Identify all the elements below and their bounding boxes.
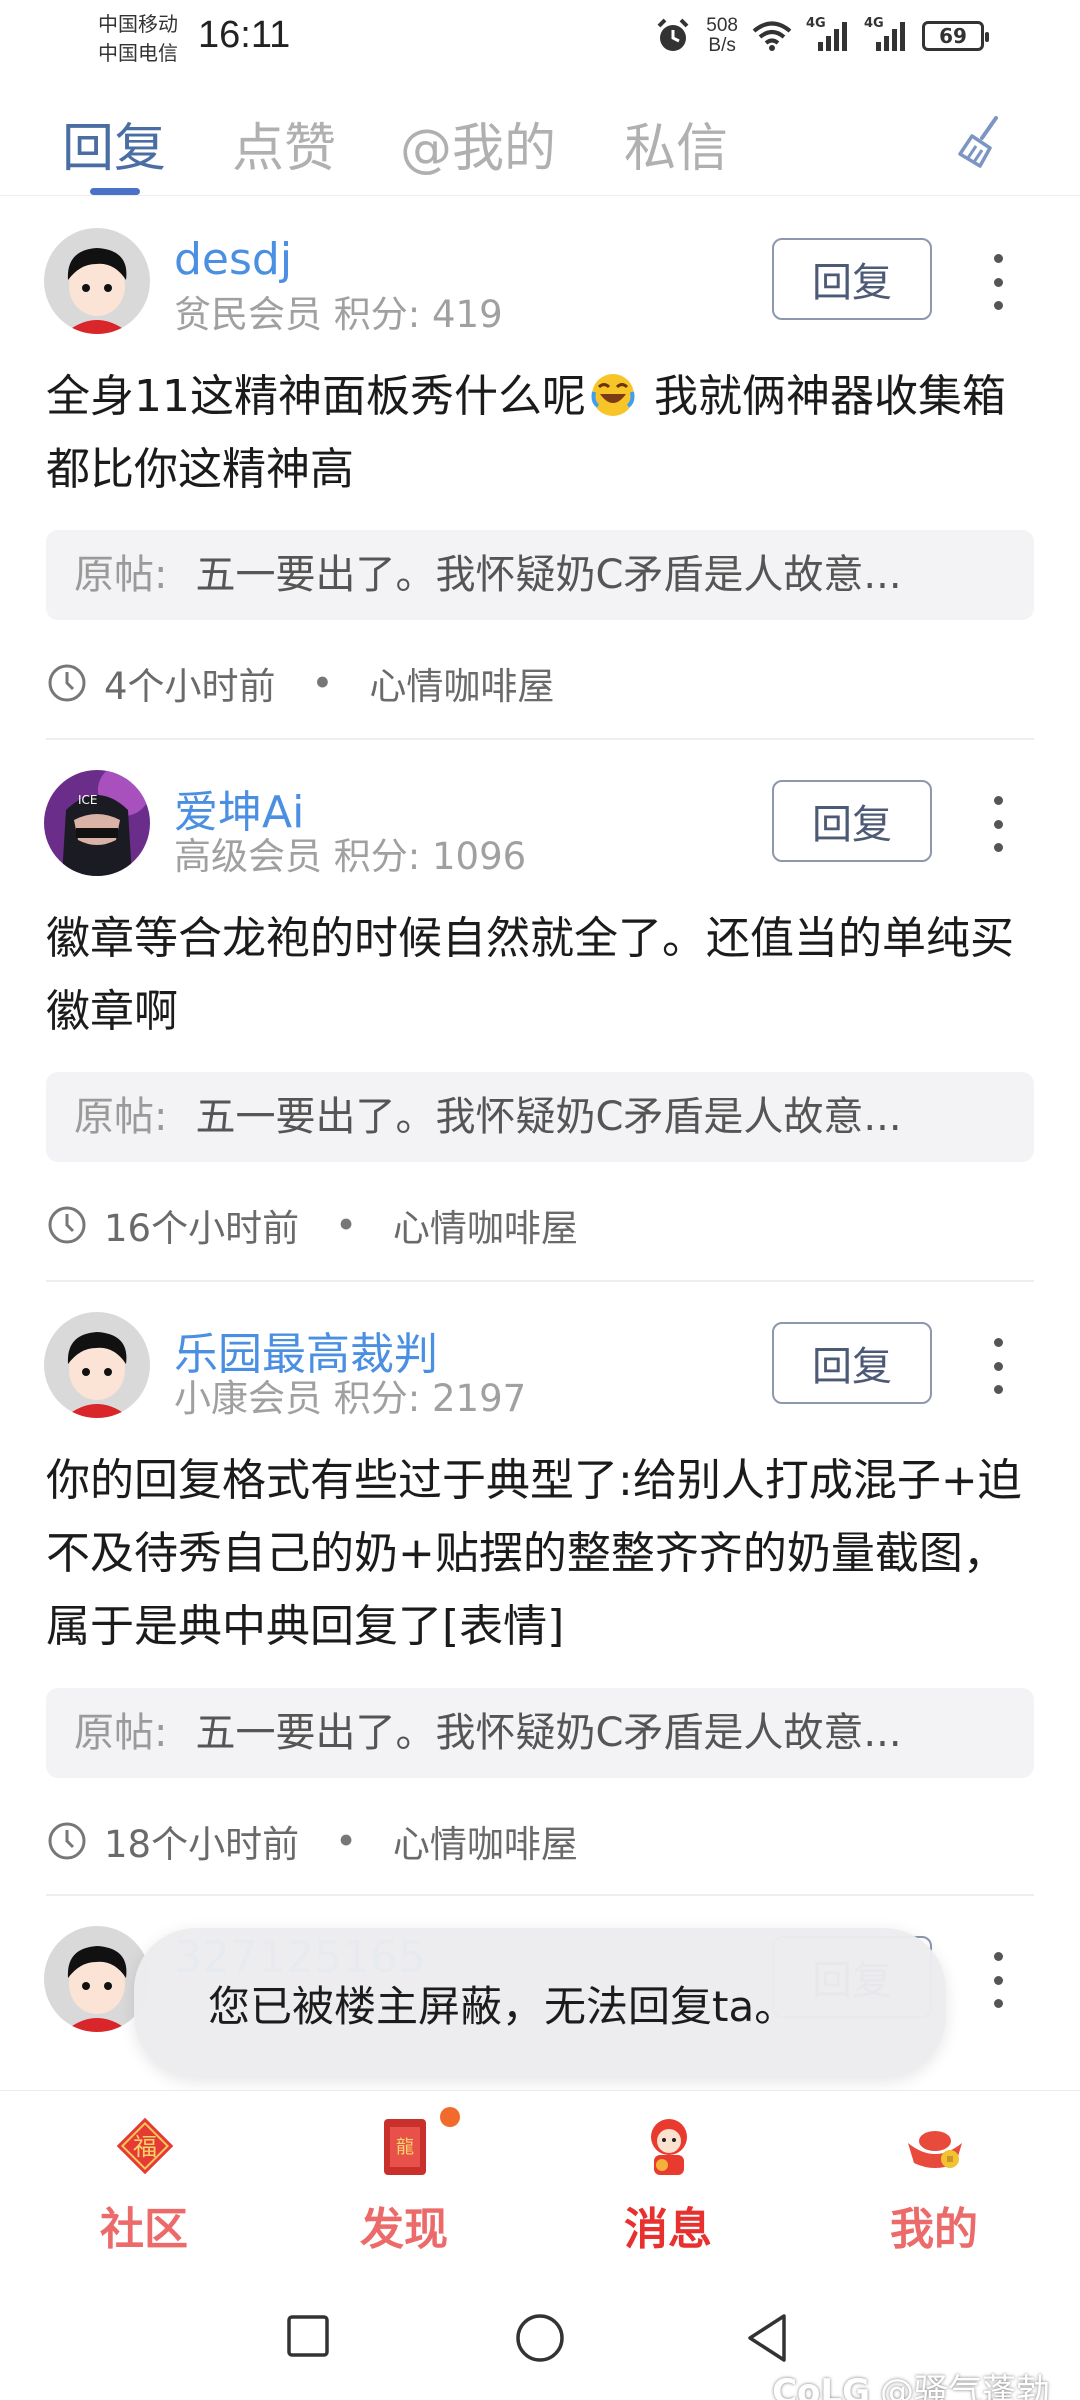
clock-icon [48, 664, 86, 702]
reply-text: 全身11这精神面板秀什么呢 我就俩神器收集箱都比你这精神高 [46, 360, 1036, 506]
notification-dot [440, 2107, 460, 2127]
fu-icon: 福 [116, 2117, 174, 2175]
nav-community[interactable]: 福 社区 [44, 2113, 244, 2263]
divider [46, 738, 1034, 740]
mascot-icon [651, 2119, 687, 2175]
signal-2: 4G [864, 16, 908, 52]
avatar[interactable] [44, 1312, 150, 1418]
reply-text: 徽章等合龙袍的时候自然就全了。还值当的单纯买徽章啊 [46, 913, 1014, 1037]
wifi-icon [752, 21, 792, 51]
tab-reply[interactable]: 回复 [62, 106, 166, 181]
tab-like[interactable]: 点赞 [232, 106, 336, 181]
username[interactable]: desdj [174, 234, 292, 285]
signal-2-label: 4G [864, 16, 884, 31]
svg-text:福: 福 [133, 2133, 157, 2161]
reply-time: 18个小时前 [104, 1823, 300, 1866]
reply-button[interactable]: 回复 [772, 238, 932, 320]
avatar[interactable] [44, 228, 150, 334]
status-time: 16:11 [198, 14, 291, 56]
watermark-logo: CoLG [772, 2372, 870, 2400]
laugh-cry-emoji-icon [591, 374, 635, 416]
original-post-text: 五一要出了。我怀疑奶C矛盾是人故意... [195, 1094, 902, 1140]
board-name[interactable]: 心情咖啡屋 [393, 1814, 578, 1868]
more-options-icon[interactable] [984, 1952, 1012, 2008]
reply-meta: 16个小时前 • 心情咖啡屋 [46, 1198, 578, 1252]
carrier-2: 中国电信 [98, 41, 178, 65]
nav-mine[interactable]: 我的 [834, 2113, 1034, 2263]
original-post-quote[interactable]: 原帖: 五一要出了。我怀疑奶C矛盾是人故意... [46, 530, 1034, 620]
watermark-text: @骚气蓬勃 [880, 2372, 1050, 2400]
back-icon[interactable] [744, 2312, 792, 2364]
net-speed: 508 B/s [706, 16, 738, 56]
board-name[interactable]: 心情咖啡屋 [393, 1198, 578, 1252]
carrier-info: 中国移动 中国电信 [98, 10, 178, 68]
reply-meta: 18个小时前 • 心情咖啡屋 [46, 1814, 578, 1868]
more-options-icon[interactable] [984, 796, 1012, 852]
carrier-1: 中国移动 [98, 12, 178, 36]
original-post-label: 原帖: [74, 1094, 168, 1140]
net-speed-value: 508 [706, 15, 738, 36]
tab-mention[interactable]: @我的 [400, 106, 556, 181]
user-level: 小康会员 积分: 2197 [174, 1377, 527, 1420]
separator-dot: • [335, 1203, 357, 1247]
divider [46, 1894, 1034, 1896]
more-options-icon[interactable] [984, 254, 1012, 310]
separator-dot: • [311, 661, 334, 705]
nav-label: 发现 [360, 2204, 448, 2255]
recent-apps-icon[interactable] [286, 2314, 330, 2358]
message-tabs: 回复 点赞 @我的 私信 [0, 96, 1080, 196]
active-tab-indicator [90, 188, 140, 195]
nav-label: 社区 [100, 2204, 188, 2255]
nav-label: 消息 [624, 2204, 712, 2255]
nav-label: 我的 [890, 2204, 978, 2255]
gold-ingot-icon [908, 2131, 962, 2168]
blocked-toast: 您已被楼主屏蔽，无法回复ta。 [134, 1928, 946, 2078]
hooded-figure-avatar: ICE [44, 770, 150, 876]
reply-text: 你的回复格式有些过于典型了:给别人打成混子+迫不及待秀自己的奶+贴摆的整整齐齐的… [46, 1455, 1022, 1652]
clear-broom-icon[interactable] [954, 112, 1014, 172]
user-level: 贫民会员 积分: 419 [174, 293, 503, 336]
cartoon-face-avatar [44, 1312, 150, 1418]
net-speed-unit: B/s [708, 35, 736, 56]
separator-dot: • [335, 1819, 357, 1863]
scroll-icon: 龍 [384, 2119, 426, 2175]
original-post-text: 五一要出了。我怀疑奶C矛盾是人故意... [195, 1710, 902, 1756]
bottom-nav: 福 社区 龍 发现 消息 我的 [0, 2090, 1080, 2270]
svg-text:龍: 龍 [396, 2137, 414, 2158]
watermark: CoLG @骚气蓬勃 [772, 2364, 1050, 2400]
signal-1-label: 4G [806, 16, 826, 31]
tab-dm[interactable]: 私信 [624, 106, 728, 181]
clock-icon [48, 1822, 86, 1860]
reply-time: 16个小时前 [104, 1207, 300, 1250]
original-post-label: 原帖: [74, 1710, 168, 1756]
svg-text:ICE: ICE [78, 793, 98, 807]
user-level: 高级会员 积分: 1096 [174, 835, 527, 878]
original-post-quote[interactable]: 原帖: 五一要出了。我怀疑奶C矛盾是人故意... [46, 1688, 1034, 1778]
reply-meta: 4个小时前 • 心情咖啡屋 [46, 656, 554, 710]
reply-button[interactable]: 回复 [772, 780, 932, 862]
board-name[interactable]: 心情咖啡屋 [369, 656, 554, 710]
alarm-icon [657, 18, 689, 51]
avatar[interactable]: ICE [44, 770, 150, 876]
original-post-quote[interactable]: 原帖: 五一要出了。我怀疑奶C矛盾是人故意... [46, 1072, 1034, 1162]
more-options-icon[interactable] [984, 1338, 1012, 1394]
signal-1: 4G [806, 16, 850, 52]
battery-indicator: 69 [922, 21, 989, 51]
original-post-label: 原帖: [74, 552, 168, 598]
reply-button[interactable]: 回复 [772, 1322, 932, 1404]
nav-messages[interactable]: 消息 [568, 2113, 768, 2263]
reply-time: 4个小时前 [104, 665, 276, 708]
reply-text-part: 全身11这精神面板秀什么呢 [46, 371, 586, 422]
status-bar: 中国移动 中国电信 16:11 508 B/s 4G 4G 69 [0, 0, 1080, 80]
status-icons: 508 B/s 4G 4G 69 [654, 16, 989, 56]
home-icon[interactable] [514, 2312, 566, 2364]
original-post-text: 五一要出了。我怀疑奶C矛盾是人故意... [195, 552, 902, 598]
nav-discover[interactable]: 龍 发现 [304, 2107, 504, 2263]
divider [46, 1280, 1034, 1282]
cartoon-face-avatar [44, 228, 150, 334]
clock-icon [48, 1206, 86, 1244]
